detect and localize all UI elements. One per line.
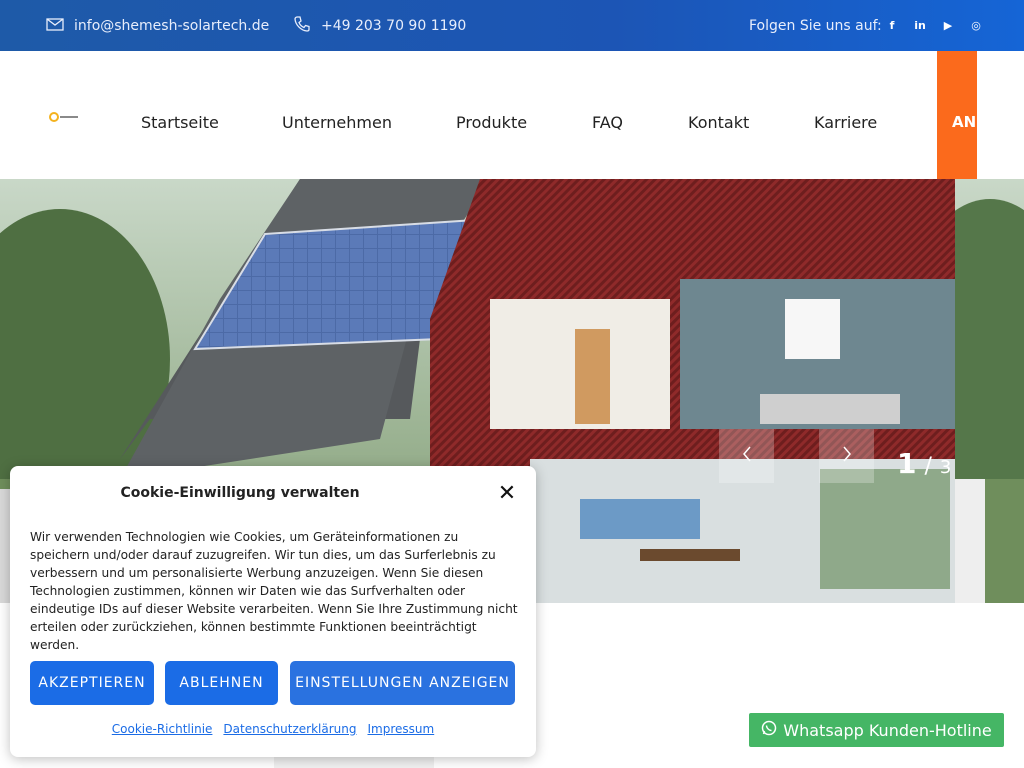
nav-item-karriere[interactable]: Karriere: [814, 113, 877, 132]
whatsapp-icon: [761, 720, 777, 740]
close-icon[interactable]: ✕: [497, 483, 517, 505]
chevron-right-icon: [841, 444, 853, 469]
top-bar: info@shemesh-solartech.de +49 203 70 90 …: [0, 0, 1024, 51]
nav-item-produkte[interactable]: Produkte: [456, 113, 527, 132]
cookie-consent-dialog: Cookie-Einwilligung verwalten ✕ Wir verw…: [10, 466, 536, 757]
inquiry-button-label: ANFRAGE: [952, 113, 977, 131]
site-header: Startseite Unternehmen Produkte FAQ Kont…: [0, 51, 1024, 179]
content-placeholder: [274, 757, 434, 768]
slider-next-button[interactable]: [819, 429, 874, 483]
mail-icon: [46, 16, 64, 36]
slide-counter: 1 / 3: [897, 447, 951, 480]
imprint-link[interactable]: Impressum: [368, 722, 435, 736]
cookie-links: Cookie-Richtlinie Datenschutzerklärung I…: [10, 722, 536, 736]
youtube-icon[interactable]: ▶: [940, 18, 956, 34]
inquiry-button[interactable]: ANFRAGE: [937, 51, 977, 179]
email-text: info@shemesh-solartech.de: [74, 17, 270, 34]
linkedin-icon[interactable]: in: [912, 18, 928, 34]
nav-item-faq[interactable]: FAQ: [592, 113, 623, 132]
email-contact[interactable]: info@shemesh-solartech.de: [46, 0, 269, 51]
slider-prev-button[interactable]: [719, 429, 774, 483]
phone-contact[interactable]: +49 203 70 90 1190: [293, 0, 466, 51]
whatsapp-label: Whatsapp Kunden-Hotline: [783, 720, 992, 740]
follow-label: Folgen Sie uns auf:: [749, 17, 882, 34]
cookie-title: Cookie-Einwilligung verwalten: [120, 485, 360, 501]
whatsapp-hotline-button[interactable]: Whatsapp Kunden-Hotline: [749, 713, 1004, 747]
privacy-policy-link[interactable]: Datenschutzerklärung: [223, 722, 356, 736]
cookie-policy-link[interactable]: Cookie-Richtlinie: [112, 722, 213, 736]
nav-item-kontakt[interactable]: Kontakt: [688, 113, 749, 132]
accept-button[interactable]: AKZEPTIEREN: [30, 661, 154, 705]
decline-button[interactable]: ABLEHNEN: [165, 661, 278, 705]
show-settings-button[interactable]: EINSTELLUNGEN ANZEIGEN: [290, 661, 515, 705]
slide-separator: /: [924, 454, 932, 479]
slide-total: 3: [939, 457, 952, 478]
nav-item-unternehmen[interactable]: Unternehmen: [282, 113, 392, 132]
social-links: f in ▶ ◎: [884, 0, 984, 51]
instagram-icon[interactable]: ◎: [968, 18, 984, 34]
main-nav: Startseite Unternehmen Produkte FAQ Kont…: [0, 51, 1024, 179]
facebook-icon[interactable]: f: [884, 18, 900, 34]
nav-item-startseite[interactable]: Startseite: [141, 113, 219, 132]
slide-current: 1: [897, 447, 917, 480]
chevron-left-icon: [741, 444, 753, 469]
phone-text: +49 203 70 90 1190: [321, 17, 467, 34]
cookie-text: Wir verwenden Technologien wie Cookies, …: [30, 530, 518, 652]
phone-icon: [293, 15, 311, 37]
